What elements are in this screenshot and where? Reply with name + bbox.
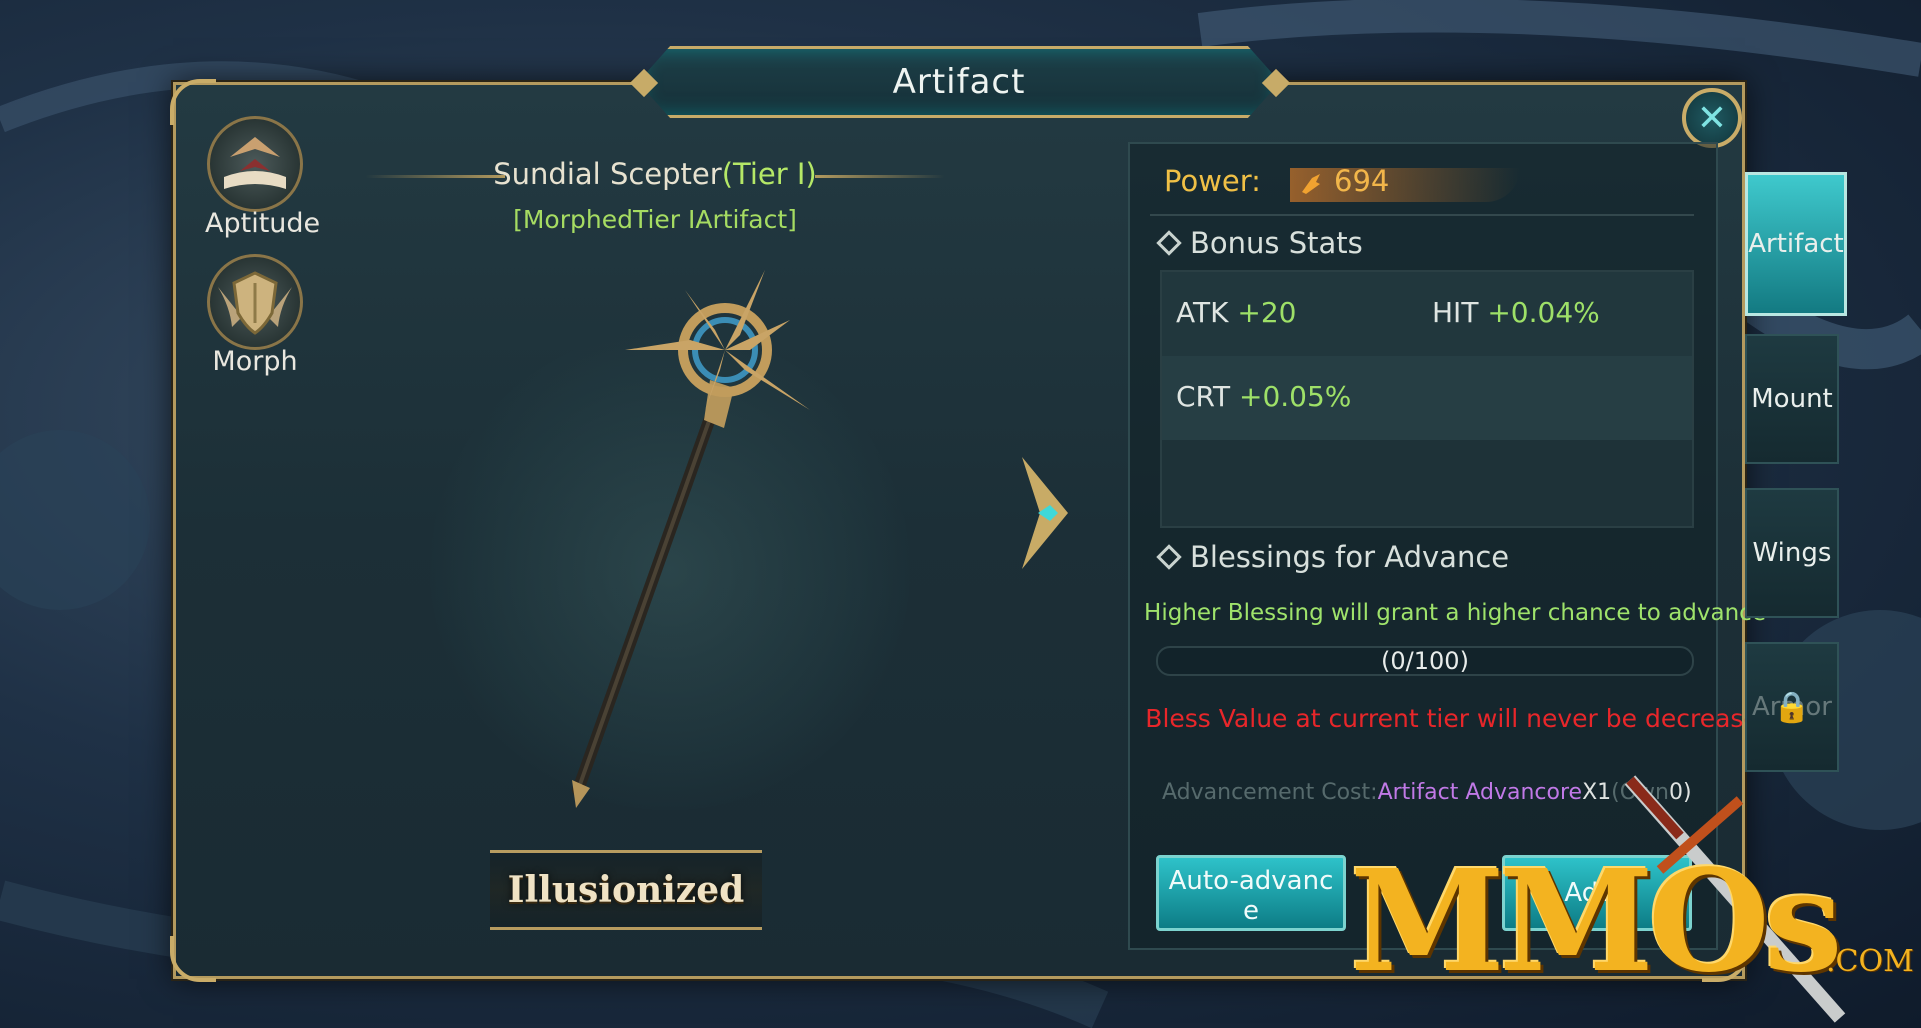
- blessing-progress-text: (0/100): [1381, 647, 1469, 675]
- diamond-bullet-icon: [1156, 544, 1182, 570]
- bless-warning: Bless Value at current tier will never b…: [1145, 704, 1775, 733]
- stat-row: CRT +0.05%: [1162, 356, 1692, 440]
- window-title-plate: Artifact: [638, 46, 1280, 118]
- blessings-title: Blessings for Advance: [1190, 540, 1510, 574]
- lock-icon: 🔒: [1773, 689, 1811, 725]
- stat-value: +0.04%: [1487, 296, 1600, 329]
- illusionized-button[interactable]: Illusionized: [490, 850, 762, 930]
- close-icon: ✕: [1696, 97, 1728, 139]
- item-tier: (Tier I): [721, 157, 817, 191]
- stat-value: +0.05%: [1238, 380, 1352, 413]
- close-button[interactable]: ✕: [1682, 88, 1742, 148]
- stat-atk: ATK +20: [1176, 296, 1296, 329]
- auto-advance-button[interactable]: Auto-advanc e: [1156, 855, 1346, 931]
- frame-corner-ornament: [170, 936, 216, 982]
- tab-armor[interactable]: Armor 🔒: [1745, 642, 1839, 772]
- advance-arrow-icon: [1022, 457, 1068, 569]
- tab-artifact[interactable]: Artifact: [1745, 172, 1847, 316]
- tab-mount[interactable]: Mount: [1745, 334, 1839, 464]
- stat-crt: CRT +0.05%: [1176, 380, 1351, 413]
- cost-label: Advancement Cost:: [1162, 780, 1378, 805]
- item-subtitle: [MorphedTier IArtifact]: [513, 205, 797, 234]
- aptitude-button[interactable]: Aptitude: [205, 116, 321, 239]
- tab-label: Artifact: [1748, 229, 1844, 259]
- stat-hit: HIT +0.04%: [1432, 296, 1600, 329]
- window-title: Artifact: [892, 62, 1026, 102]
- aptitude-book-icon: [207, 116, 303, 212]
- item-name: Sundial Scepter(Tier I): [360, 157, 950, 191]
- auto-advance-label: Auto-advanc e: [1168, 866, 1334, 926]
- power-flame-icon: [1302, 174, 1320, 194]
- aptitude-label: Aptitude: [205, 208, 321, 239]
- stat-name: HIT: [1432, 296, 1479, 329]
- morph-label: Morph: [212, 346, 298, 377]
- stat-name: ATK: [1176, 296, 1229, 329]
- power-value: 694: [1334, 164, 1390, 198]
- stat-row: ATK +20 HIT +0.04%: [1162, 272, 1692, 356]
- tab-wings[interactable]: Wings: [1745, 488, 1839, 618]
- item-name-text: Sundial Scepter: [493, 157, 722, 191]
- bonus-stats-title: Bonus Stats: [1190, 226, 1363, 260]
- power-label: Power:: [1164, 164, 1261, 198]
- blessings-heading: Blessings for Advance: [1156, 540, 1510, 574]
- stat-name: CRT: [1176, 380, 1231, 413]
- morph-button[interactable]: Morph: [205, 254, 305, 377]
- morph-shield-icon: [207, 254, 303, 350]
- divider: [1150, 214, 1694, 216]
- bonus-stats-heading: Bonus Stats: [1156, 226, 1363, 260]
- scepter-artwork: [572, 270, 810, 808]
- power-glow: [1290, 168, 1520, 202]
- tab-label: Mount: [1751, 384, 1833, 414]
- blessing-hint: Higher Blessing will grant a higher chan…: [1144, 600, 1766, 626]
- cost-item: Artifact Advancore: [1377, 780, 1583, 805]
- illusionized-label: Illusionized: [507, 869, 745, 911]
- watermark-logo: MMOs: [1350, 840, 1843, 1004]
- bonus-stats-table: ATK +20 HIT +0.04% CRT +0.05%: [1160, 270, 1694, 528]
- stat-value: +20: [1237, 296, 1297, 329]
- tab-label: Wings: [1752, 538, 1832, 568]
- watermark-suffix: .COM: [1826, 944, 1914, 979]
- diamond-bullet-icon: [1156, 230, 1182, 256]
